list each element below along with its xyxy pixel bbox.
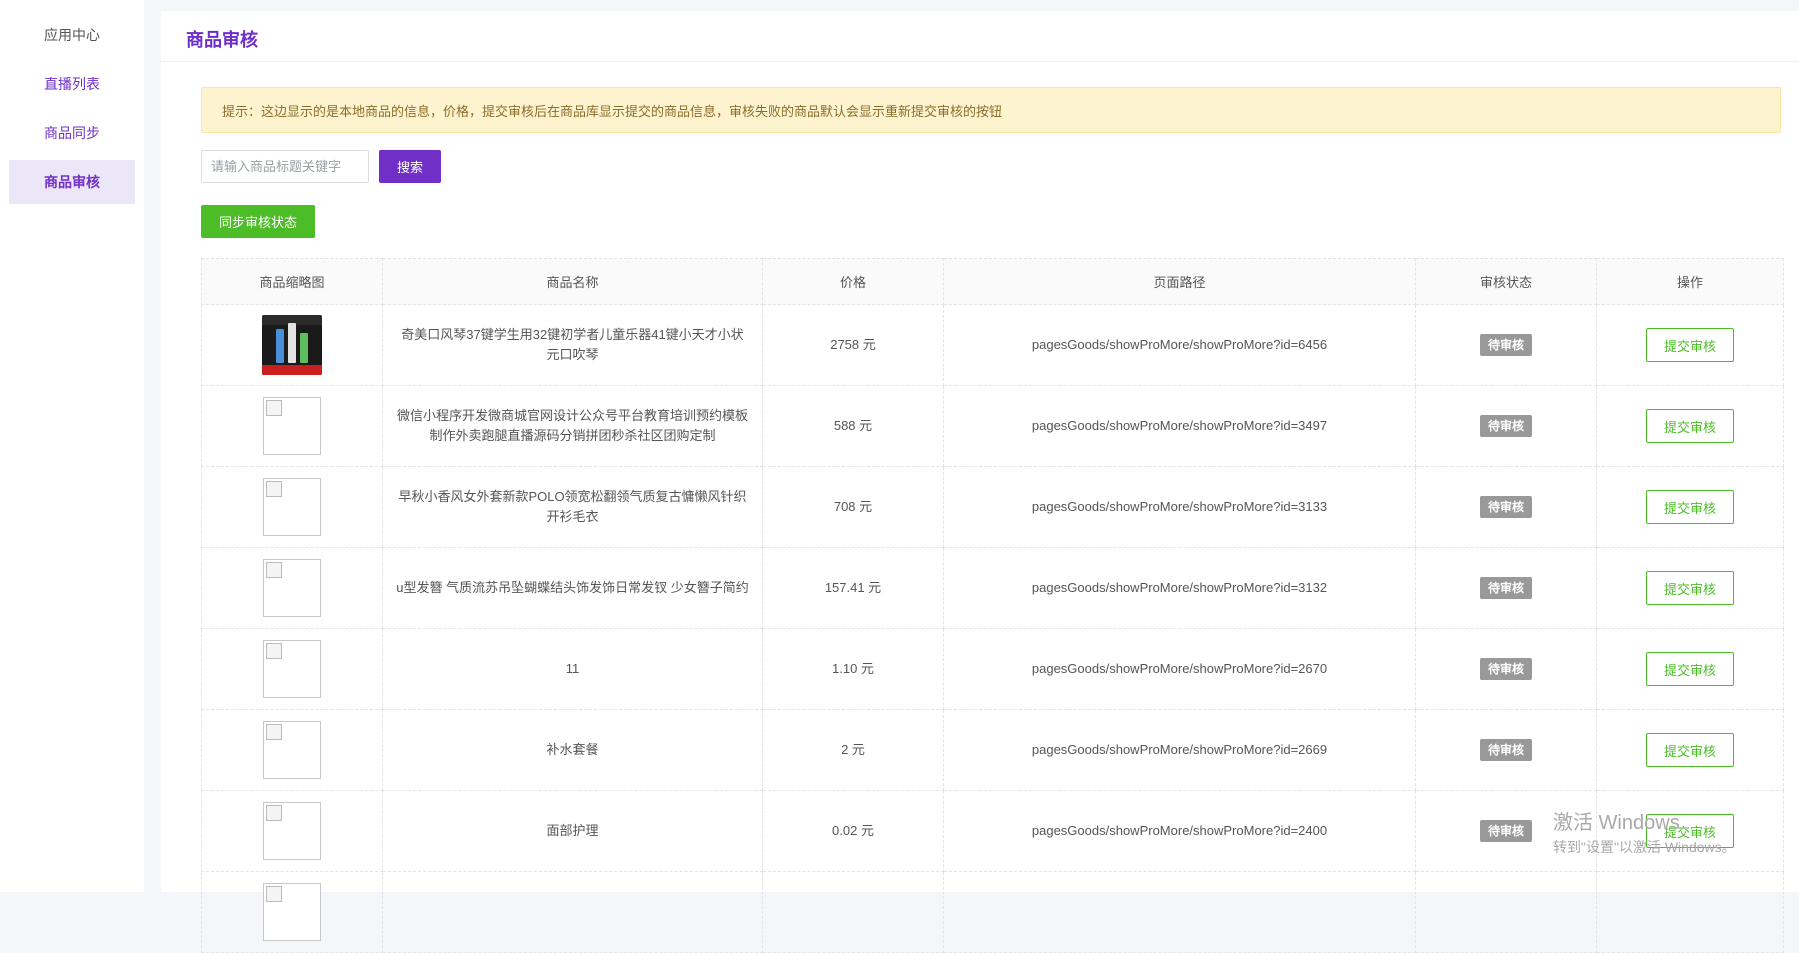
product-name-cell: 奇美口风琴37键学生用32键初学者儿童乐器41键小天才小状元口吹琴 xyxy=(382,304,763,386)
product-review-table: 商品缩略图 商品名称 价格 页面路径 审核状态 操作 奇美口风琴37键学生用32… xyxy=(201,258,1784,953)
sidebar-item-label: 应用中心 xyxy=(44,27,100,43)
product-thumbnail-image xyxy=(262,315,322,375)
product-name-cell: 11 xyxy=(382,628,763,710)
sidebar-item-product-sync[interactable]: 商品同步 xyxy=(9,111,135,155)
broken-image-icon xyxy=(263,559,321,617)
notice-banner: 提示：这边显示的是本地商品的信息，价格，提交审核后在商品库显示提交的商品信息，审… xyxy=(201,87,1781,133)
status-badge: 待审核 xyxy=(1479,496,1532,518)
notice-text: 提示：这边显示的是本地商品的信息，价格，提交审核后在商品库显示提交的商品信息，审… xyxy=(222,103,1003,119)
sidebar-item-product-review[interactable]: 商品审核 xyxy=(9,160,135,204)
status-badge: 待审核 xyxy=(1479,577,1532,599)
page-path-cell: pagesGoods/showProMore/showProMore?id=31… xyxy=(943,466,1416,548)
price-cell xyxy=(762,871,944,953)
search-input[interactable] xyxy=(201,150,369,183)
column-header-thumbnail: 商品缩略图 xyxy=(201,258,383,305)
table-row: 11 1.10 元 pagesGoods/showProMore/showPro… xyxy=(201,628,1784,710)
table-row: 早秋小香风女外套新款POLO领宽松翻领气质复古慵懒风针织开衫毛衣 708 元 p… xyxy=(201,466,1784,548)
status-badge: 待审核 xyxy=(1479,739,1532,761)
product-name-cell: 早秋小香风女外套新款POLO领宽松翻领气质复古慵懒风针织开衫毛衣 xyxy=(382,466,763,548)
broken-image-icon xyxy=(263,802,321,860)
sidebar-item-label: 商品审核 xyxy=(44,174,100,190)
column-header-action: 操作 xyxy=(1596,258,1784,305)
status-badge: 待审核 xyxy=(1479,658,1532,680)
price-cell: 2 元 xyxy=(762,709,944,791)
product-name-cell: 微信小程序开发微商城官网设计公众号平台教育培训预约模板制作外卖跑腿直播源码分销拼… xyxy=(382,385,763,467)
table-header-row: 商品缩略图 商品名称 价格 页面路径 审核状态 操作 xyxy=(201,258,1784,305)
broken-image-icon xyxy=(263,721,321,779)
column-header-name: 商品名称 xyxy=(382,258,763,305)
table-row: 微信小程序开发微商城官网设计公众号平台教育培训预约模板制作外卖跑腿直播源码分销拼… xyxy=(201,385,1784,467)
sidebar-item-label: 商品同步 xyxy=(44,125,100,141)
submit-review-button[interactable]: 提交审核 xyxy=(1646,733,1734,767)
price-cell: 2758 元 xyxy=(762,304,944,386)
submit-review-button[interactable]: 提交审核 xyxy=(1646,814,1734,848)
broken-image-icon xyxy=(263,640,321,698)
page-path-cell: pagesGoods/showProMore/showProMore?id=34… xyxy=(943,385,1416,467)
product-name-cell: u型发簪 气质流苏吊坠蝴蝶结头饰发饰日常发钗 少女簪子简约 xyxy=(382,547,763,629)
sidebar-item-label: 直播列表 xyxy=(44,76,100,92)
product-name-cell xyxy=(382,871,763,953)
column-header-path: 页面路径 xyxy=(943,258,1416,305)
sidebar: 应用中心 直播列表 商品同步 商品审核 xyxy=(0,0,144,892)
submit-review-button[interactable]: 提交审核 xyxy=(1646,328,1734,362)
sync-review-status-button[interactable]: 同步审核状态 xyxy=(201,205,315,238)
table-row: 补水套餐 2 元 pagesGoods/showProMore/showProM… xyxy=(201,709,1784,791)
submit-review-button[interactable]: 提交审核 xyxy=(1646,409,1734,443)
page-path-cell: pagesGoods/showProMore/showProMore?id=31… xyxy=(943,547,1416,629)
submit-review-button[interactable]: 提交审核 xyxy=(1646,490,1734,524)
table-row: u型发簪 气质流苏吊坠蝴蝶结头饰发饰日常发钗 少女簪子简约 157.41 元 p… xyxy=(201,547,1784,629)
price-cell: 1.10 元 xyxy=(762,628,944,710)
product-name-cell: 面部护理 xyxy=(382,790,763,872)
page-path-cell: pagesGoods/showProMore/showProMore?id=24… xyxy=(943,790,1416,872)
page-path-cell: pagesGoods/showProMore/showProMore?id=26… xyxy=(943,628,1416,710)
broken-image-icon xyxy=(263,397,321,455)
main-panel: 商品审核 提示：这边显示的是本地商品的信息，价格，提交审核后在商品库显示提交的商… xyxy=(161,11,1799,953)
column-header-price: 价格 xyxy=(762,258,944,305)
price-cell: 588 元 xyxy=(762,385,944,467)
sidebar-item-live-list[interactable]: 直播列表 xyxy=(9,62,135,106)
search-button[interactable]: 搜索 xyxy=(379,150,441,183)
page-title: 商品审核 xyxy=(186,30,258,50)
column-header-status: 审核状态 xyxy=(1415,258,1597,305)
status-badge: 待审核 xyxy=(1479,415,1532,437)
product-name-cell: 补水套餐 xyxy=(382,709,763,791)
status-badge: 待审核 xyxy=(1479,820,1532,842)
table-row: 面部护理 0.02 元 pagesGoods/showProMore/showP… xyxy=(201,790,1784,872)
page-path-cell: pagesGoods/showProMore/showProMore?id=26… xyxy=(943,709,1416,791)
price-cell: 0.02 元 xyxy=(762,790,944,872)
submit-review-button[interactable]: 提交审核 xyxy=(1646,571,1734,605)
broken-image-icon xyxy=(263,478,321,536)
status-badge: 待审核 xyxy=(1479,334,1532,356)
page-path-cell: pagesGoods/showProMore/showProMore?id=64… xyxy=(943,304,1416,386)
page-header: 商品审核 xyxy=(161,11,1799,62)
price-cell: 157.41 元 xyxy=(762,547,944,629)
price-cell: 708 元 xyxy=(762,466,944,548)
table-row xyxy=(201,871,1784,953)
submit-review-button[interactable]: 提交审核 xyxy=(1646,652,1734,686)
page-path-cell xyxy=(943,871,1416,953)
sidebar-item-app-center[interactable]: 应用中心 xyxy=(9,13,135,57)
table-row: 奇美口风琴37键学生用32键初学者儿童乐器41键小天才小状元口吹琴 2758 元… xyxy=(201,304,1784,386)
